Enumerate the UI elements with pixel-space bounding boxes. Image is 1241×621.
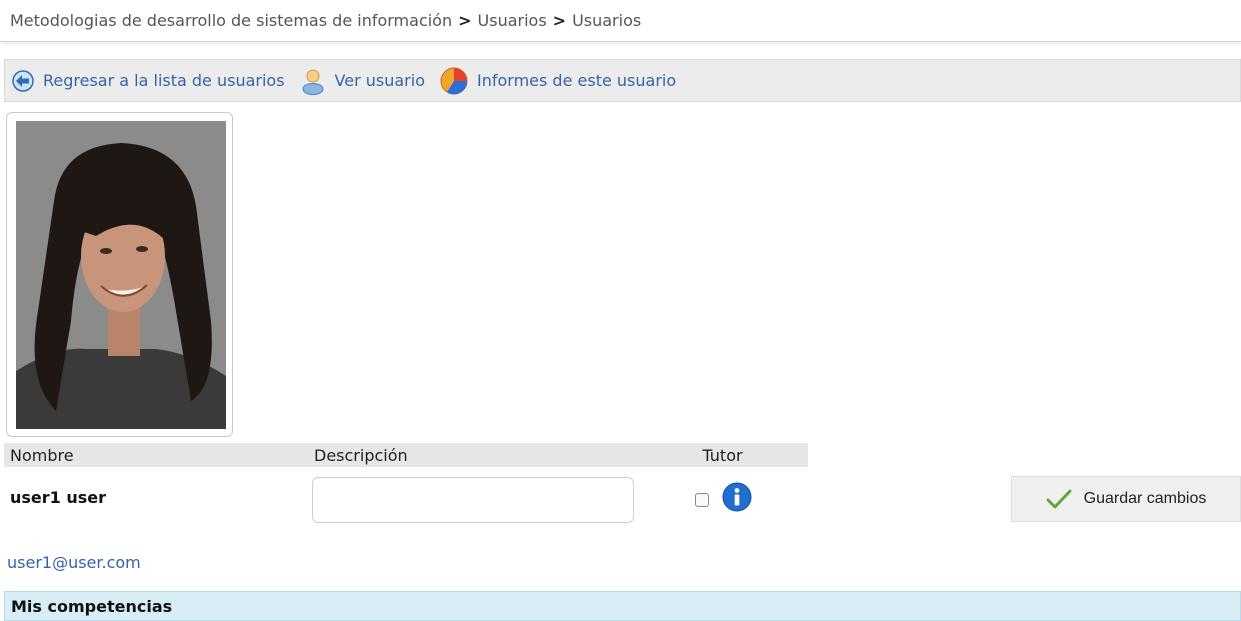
breadcrumb: Metodologias de desarrollo de sistemas d… [0,0,1241,42]
save-changes-label: Guardar cambios [1083,490,1207,507]
column-header-description: Descripción [309,443,637,467]
action-toolbar: Regresar a la lista de usuarios Ver usua… [4,59,1241,102]
description-input[interactable] [312,477,634,523]
user-email-link[interactable]: user1@user.com [7,553,141,572]
user-photo [16,121,226,429]
column-header-name: Nombre [4,443,309,467]
column-header-tutor: Tutor [637,443,808,467]
user-reports-label: Informes de este usuario [477,71,677,90]
breadcrumb-current: Usuarios [572,11,642,30]
view-user-link[interactable]: Ver usuario [299,67,425,95]
breadcrumb-separator: > [458,11,472,30]
user-icon [302,69,324,95]
breadcrumb-separator: > [552,11,567,30]
checkmark-icon [1046,489,1072,509]
breadcrumb-course[interactable]: Metodologias de desarrollo de sistemas d… [10,11,452,30]
tutor-checkbox[interactable] [695,493,709,507]
pie-chart-icon [440,67,468,94]
user-photo-frame [6,112,233,437]
info-icon[interactable] [722,482,752,512]
breadcrumb-users[interactable]: Usuarios [478,11,547,30]
back-to-users-label: Regresar a la lista de usuarios [43,71,285,90]
user-reports-link[interactable]: Informes de este usuario [439,66,676,96]
user-full-name: user1 user [10,488,107,507]
back-to-users-link[interactable]: Regresar a la lista de usuarios [11,69,285,93]
view-user-label: Ver usuario [334,71,425,90]
save-changes-button[interactable]: Guardar cambios [1011,476,1241,522]
back-arrow-icon [12,69,34,92]
